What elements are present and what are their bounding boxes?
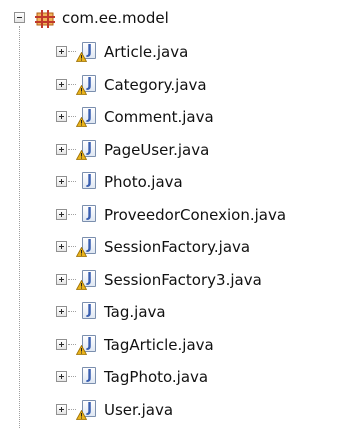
expand-icon[interactable] <box>56 176 67 187</box>
file-label: Category.java <box>104 76 207 94</box>
expand-icon[interactable] <box>56 404 67 415</box>
warning-icon <box>76 247 87 257</box>
file-label: Comment.java <box>104 108 214 126</box>
file-label: TagArticle.java <box>104 336 214 354</box>
expand-icon[interactable] <box>56 79 67 90</box>
warning-icon <box>76 410 87 420</box>
java-file-icon: J <box>82 172 96 189</box>
tree-node-file[interactable]: J Category.java <box>0 71 361 105</box>
warning-icon <box>76 150 87 160</box>
tree-node-file[interactable]: J TagArticle.java <box>0 331 361 365</box>
tree-guide-connector <box>68 409 76 410</box>
tree-node-file[interactable]: J SessionFactory3.java <box>0 266 361 300</box>
tree-guide-connector <box>68 311 76 312</box>
expand-icon[interactable] <box>56 209 67 220</box>
file-label: SessionFactory3.java <box>104 271 262 289</box>
tree-guide-connector <box>68 51 76 52</box>
tree-node-file[interactable]: J SessionFactory.java <box>0 233 361 267</box>
file-label: Photo.java <box>104 173 183 191</box>
tree-node-package[interactable]: com.ee.model <box>0 4 361 38</box>
tree-guide-connector <box>68 181 76 182</box>
package-label: com.ee.model <box>62 9 169 27</box>
warning-icon <box>76 280 87 290</box>
expand-icon[interactable] <box>56 46 67 57</box>
tree-guide-connector <box>68 344 76 345</box>
expand-icon[interactable] <box>56 306 67 317</box>
collapse-icon[interactable] <box>14 12 25 23</box>
file-label: TagPhoto.java <box>104 368 209 386</box>
tree-guide-connector <box>68 116 76 117</box>
expand-icon[interactable] <box>56 371 67 382</box>
expand-icon[interactable] <box>56 144 67 155</box>
tree-guide-connector <box>68 246 76 247</box>
tree-node-file[interactable]: J PageUser.java <box>0 136 361 170</box>
expand-icon[interactable] <box>56 339 67 350</box>
tree-node-file[interactable]: J User.java <box>0 396 361 430</box>
tree-guide-connector <box>68 84 76 85</box>
file-label: SessionFactory.java <box>104 238 251 256</box>
warning-icon <box>76 117 87 127</box>
tree-guide-connector <box>68 149 76 150</box>
warning-icon <box>76 85 87 95</box>
warning-icon <box>76 52 87 62</box>
expand-icon[interactable] <box>56 111 67 122</box>
warning-icon <box>76 345 87 355</box>
tree-node-file[interactable]: J TagPhoto.java <box>0 363 361 397</box>
tree-node-file[interactable]: J Article.java <box>0 38 361 72</box>
java-file-icon: J <box>82 302 96 319</box>
tree-guide-connector <box>68 376 76 377</box>
file-label: Article.java <box>104 43 189 61</box>
expand-icon[interactable] <box>56 274 67 285</box>
file-label: Tag.java <box>104 303 166 321</box>
file-label: PageUser.java <box>104 141 210 159</box>
java-file-icon: J <box>82 205 96 222</box>
tree-node-file[interactable]: J ProveedorConexion.java <box>0 201 361 235</box>
tree-node-file[interactable]: J Comment.java <box>0 103 361 137</box>
file-label: ProveedorConexion.java <box>104 206 287 224</box>
tree-guide-connector <box>68 214 76 215</box>
tree-node-file[interactable]: J Tag.java <box>0 298 361 332</box>
tree-guide-connector <box>68 279 76 280</box>
package-explorer-tree: com.ee.model J Article.java J Category.java… <box>0 0 361 444</box>
expand-icon[interactable] <box>56 241 67 252</box>
file-label: User.java <box>104 401 174 419</box>
package-icon <box>35 10 55 28</box>
java-file-icon: J <box>82 367 96 384</box>
tree-node-file[interactable]: J Photo.java <box>0 168 361 202</box>
